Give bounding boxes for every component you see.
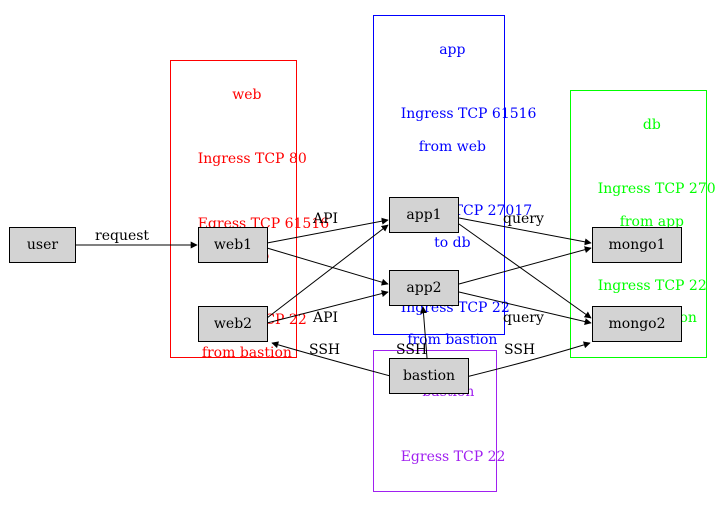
node-web1: web1 <box>198 227 268 263</box>
node-user-label: user <box>27 237 58 253</box>
edge-label-ssh-db: SSH <box>504 342 535 358</box>
node-mongo1-label: mongo1 <box>608 237 665 253</box>
edge-label-query-1: query <box>503 211 544 227</box>
cluster-web-title: web <box>232 87 261 103</box>
node-web1-label: web1 <box>214 237 252 253</box>
cluster-db-rule-0: Ingress TCP 27017 <box>598 181 715 197</box>
node-mongo2: mongo2 <box>592 306 682 342</box>
edge-label-ssh-app: SSH <box>396 342 427 358</box>
cluster-bastion-rule-0: Egress TCP 22 <box>401 449 506 465</box>
node-user: user <box>9 227 76 263</box>
cluster-web-rule-6: from bastion <box>202 345 292 361</box>
cluster-app-rule-1: from web <box>419 139 486 155</box>
cluster-db-title: db <box>643 117 661 133</box>
node-mongo1: mongo1 <box>592 227 682 263</box>
edge-label-request: request <box>95 228 149 244</box>
node-bastion-label: bastion <box>403 368 455 384</box>
edge-label-api-1: API <box>313 211 338 227</box>
edge-label-query-2: query <box>503 310 544 326</box>
node-app1: app1 <box>389 197 459 233</box>
node-bastion: bastion <box>389 358 469 394</box>
cluster-web-rule-0: Ingress TCP 80 <box>198 151 307 167</box>
cluster-app-rule-0: Ingress TCP 61516 <box>401 106 537 122</box>
edge-label-ssh-web: SSH <box>309 342 340 358</box>
cluster-app-title: app <box>439 42 465 58</box>
node-web2-label: web2 <box>214 316 252 332</box>
diagram-canvas: web Ingress TCP 80 Egress TCP 61516 to a… <box>0 0 715 508</box>
node-app1-label: app1 <box>406 207 441 223</box>
node-app2: app2 <box>389 270 459 306</box>
edge-label-api-2: API <box>313 310 338 326</box>
cluster-db-rule-3: Ingress TCP 22 <box>598 278 707 294</box>
node-app2-label: app2 <box>406 280 441 296</box>
node-mongo2-label: mongo2 <box>608 316 665 332</box>
cluster-app-rule-4: to db <box>434 235 470 251</box>
node-web2: web2 <box>198 306 268 342</box>
